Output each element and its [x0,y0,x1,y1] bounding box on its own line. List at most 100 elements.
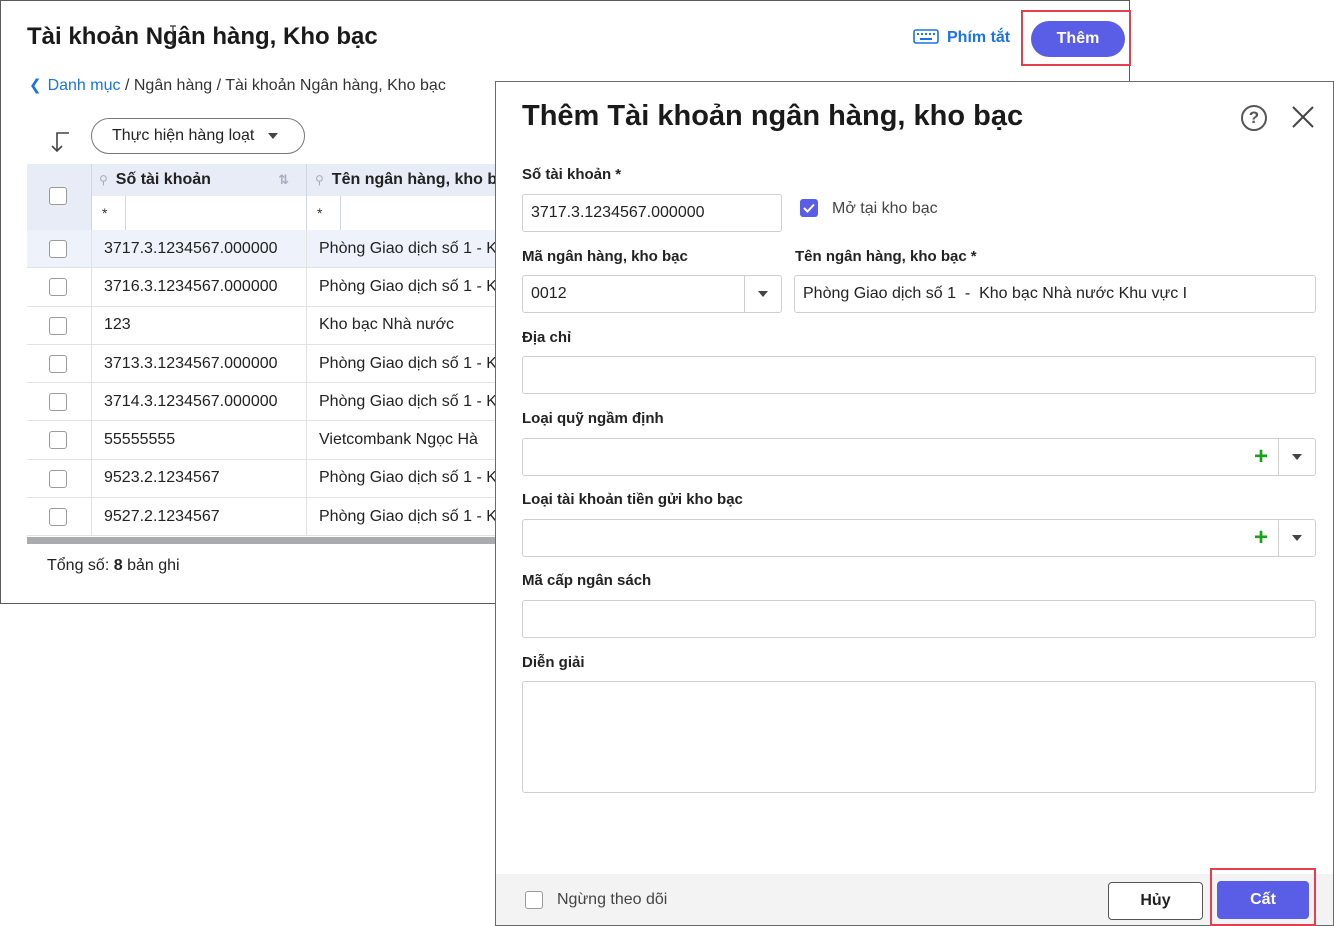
caret-down-icon [1292,454,1302,460]
row-checkbox[interactable] [49,354,67,373]
bank-name-label: Tên ngân hàng, kho bạc * [795,248,977,265]
row-checkbox[interactable] [49,393,67,412]
column-header-bank-name[interactable]: ⚲ Tên ngân hàng, kho bạc [315,164,497,196]
table-row[interactable]: 3714.3.1234567.000000 Phòng Giao dịch số … [27,383,497,422]
table-body: 3717.3.1234567.000000 Phòng Giao dịch số … [27,230,497,537]
add-button-highlight: Thêm [1021,10,1131,66]
chevron-left-icon[interactable]: ❮ [29,77,42,94]
table-row[interactable]: 3713.3.1234567.000000 Phòng Giao dịch số … [27,344,497,384]
cell-bank-name: Phòng Giao dịch số 1 - Kho bạc Nhà nước … [306,383,497,421]
bank-name-input[interactable]: Phòng Giao dịch số 1 - Kho bạc Nhà nước … [794,275,1316,313]
bulk-action-button[interactable]: Thực hiện hàng loạt [91,118,305,154]
filter-operator-account-no[interactable]: * [91,196,125,230]
add-button[interactable]: Thêm [1031,21,1125,57]
breadcrumb: ❮ Danh mục / Ngân hàng / Tài khoản Ngân h… [29,76,446,95]
pin-icon[interactable]: ⚲ [99,173,108,187]
sort-icon[interactable]: ⇅ [278,172,289,188]
checkmark-icon [803,203,815,213]
bank-code-value: 0012 [531,285,567,302]
default-fund-combobox[interactable]: + [522,438,1316,476]
breadcrumb-separator: / [124,77,130,94]
filter-input-account-no[interactable] [125,196,306,230]
cell-account-no: 3716.3.1234567.000000 [91,268,294,306]
breadcrumb-current: Tài khoản Ngân hàng, Kho bạc [225,77,446,94]
cell-account-no: 9523.2.1234567 [91,459,294,498]
pin-icon[interactable]: ⚲ [315,173,324,187]
cell-bank-name: Phòng Giao dịch số 1 - Kho bạc Nhà nước … [306,459,497,498]
caret-down-icon [1292,535,1302,541]
filter-operator-bank-name[interactable]: * [306,196,340,230]
inactive-label: Ngừng theo dõi [557,891,668,908]
deposit-type-label: Loại tài khoản tiền gửi kho bạc [522,491,743,508]
cell-account-no: 3714.3.1234567.000000 [91,383,294,421]
column-header-label: Số tài khoản [115,171,211,188]
budget-level-input[interactable] [522,600,1316,638]
cell-bank-name: Phòng Giao dịch số 1 - Kho bạc Nhà nước … [306,268,497,306]
required-mark: * [970,248,977,265]
breadcrumb-root-link[interactable]: Danh mục [48,77,121,94]
total-records: Tổng số: 8 bản ghi [47,557,180,575]
total-prefix: Tổng số: [47,557,110,574]
row-checkbox[interactable] [49,240,67,258]
open-at-treasury-checkbox[interactable] [800,199,818,217]
address-label: Địa chỉ [522,329,572,346]
total-count: 8 [113,557,123,574]
account-no-label: Số tài khoản * [522,166,621,183]
inactive-checkbox[interactable] [525,891,543,909]
caret-down-icon [268,133,279,139]
description-textarea[interactable] [522,681,1316,793]
text-cursor-icon [170,25,176,45]
cancel-button[interactable]: Hủy [1108,882,1203,920]
cell-account-no: 9527.2.1234567 [91,498,294,536]
add-bank-account-dialog: Thêm Tài khoản ngân hàng, kho bạc ? Số t… [495,81,1334,926]
table-row[interactable]: 3717.3.1234567.000000 Phòng Giao dịch số … [27,230,497,269]
deposit-type-combobox[interactable]: + [522,519,1316,557]
label-text: Số tài khoản [522,166,612,183]
bank-code-combobox[interactable]: 0012 [522,275,782,313]
address-input[interactable] [522,356,1316,394]
shortcut-button[interactable]: Phím tắt [913,29,1010,47]
label-text: Tên ngân hàng, kho bạc [795,248,967,265]
column-header-account-no[interactable]: ⚲ Số tài khoản ⇅ [99,164,299,196]
cell-bank-name: Phòng Giao dịch số 1 - Kho bạc Nhà nước … [306,498,497,536]
page-title: Tài khoản Ngân hàng, Kho bạc [27,23,378,50]
close-icon[interactable] [1290,104,1316,130]
required-mark: * [615,166,622,183]
save-button-highlight: Cất [1210,868,1316,926]
save-button[interactable]: Cất [1217,881,1309,919]
row-checkbox[interactable] [49,316,67,335]
table-row[interactable]: 9527.2.1234567 Phòng Giao dịch số 1 - Kho… [27,498,497,537]
total-suffix: bản ghi [127,557,180,574]
breadcrumb-level2[interactable]: Ngân hàng [134,77,212,94]
horizontal-scrollbar[interactable] [27,537,497,544]
keyboard-icon [913,29,939,44]
table-row[interactable]: 3716.3.1234567.000000 Phòng Giao dịch số … [27,268,497,307]
bulk-action-label: Thực hiện hàng loạt [112,127,255,144]
collapse-arrow-icon[interactable] [49,129,73,155]
description-label: Diễn giải [522,654,585,671]
cell-account-no: 3717.3.1234567.000000 [91,230,294,268]
row-checkbox[interactable] [49,469,67,488]
table-row[interactable]: 9523.2.1234567 Phòng Giao dịch số 1 - Kho… [27,459,497,499]
help-icon[interactable]: ? [1241,105,1267,131]
open-at-treasury-label: Mở tại kho bạc [832,200,938,217]
filter-input-bank-name[interactable] [340,196,497,230]
deposit-type-dropdown-button[interactable] [1278,520,1315,556]
row-checkbox[interactable] [49,278,67,297]
budget-level-label: Mã cấp ngân sách [522,572,652,589]
row-checkbox[interactable] [49,508,67,527]
cell-account-no: 3713.3.1234567.000000 [91,344,294,383]
table-row[interactable]: 55555555 Vietcombank Ngọc Hà [27,421,497,460]
default-fund-dropdown-button[interactable] [1278,439,1315,475]
account-no-input[interactable]: 3717.3.1234567.000000 [522,194,782,232]
bank-code-dropdown-button[interactable] [744,276,781,312]
default-fund-label: Loại quỹ ngầm định [522,410,664,427]
row-checkbox[interactable] [49,431,67,450]
breadcrumb-separator: / [216,77,222,94]
cell-account-no: 123 [91,306,294,344]
plus-icon[interactable]: + [1243,520,1279,556]
table-row[interactable]: 123 Kho bạc Nhà nước [27,306,497,345]
plus-icon[interactable]: + [1243,439,1279,475]
column-header-label: Tên ngân hàng, kho bạc [331,171,497,188]
select-all-checkbox[interactable] [49,187,67,205]
